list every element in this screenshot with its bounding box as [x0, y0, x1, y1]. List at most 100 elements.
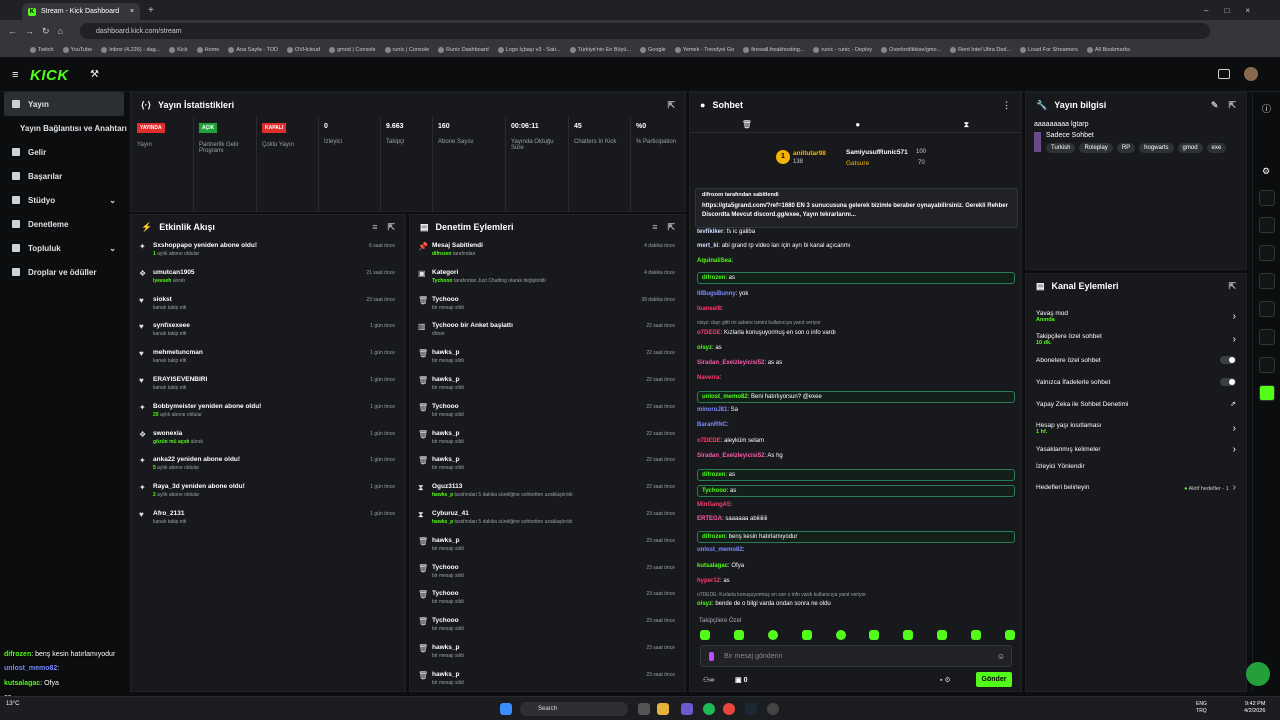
bookmark-item[interactable]: YouTube	[62, 46, 92, 53]
chat-message[interactable]: oisyz: as	[697, 345, 722, 351]
people-icon[interactable]	[1259, 357, 1275, 373]
chat-username[interactable]: o7DEDE	[697, 330, 721, 336]
tag-chip[interactable]: Roleplay	[1079, 143, 1113, 153]
external-link-icon[interactable]: ⇗	[1230, 400, 1236, 408]
chat-username[interactable]: Naverra	[697, 375, 719, 381]
popout-icon[interactable]: ⇱	[667, 100, 675, 111]
channel-action[interactable]: Yalnızca İfadelerle sohbet	[1026, 378, 1246, 386]
chat-message[interactable]: Tychooo: as	[697, 485, 1015, 497]
chat-message[interactable]: kutsalagac: Ofya	[697, 563, 744, 569]
tag-chip[interactable]: Turkish	[1046, 143, 1076, 153]
sidebar-item[interactable]: Droplar ve ödüller	[0, 260, 128, 284]
bookmark-item[interactable]: Twitch	[30, 46, 54, 53]
channel-action[interactable]: Hedefleri belirleyin ● Aktif hedefler - 1…	[1026, 482, 1246, 493]
chat-bubble-icon[interactable]: ●	[855, 120, 860, 129]
chat-username[interactable]: difrozen	[702, 472, 725, 478]
bolt-icon[interactable]	[1259, 190, 1275, 206]
settings-icon[interactable]: ▪ ⚙	[940, 676, 951, 684]
chat-username[interactable]: BaranRNC	[697, 422, 727, 428]
chat-username[interactable]: tevfikiker	[697, 229, 723, 235]
chat-message[interactable]: o7DEDE: Kızlarla konuşuyormuş en son o i…	[697, 592, 866, 598]
channel-action[interactable]: Yavaş mod Anında ›	[1026, 310, 1246, 323]
file-explorer-icon[interactable]	[657, 703, 669, 715]
bookmark-item[interactable]: Ana Sayfa - TOD	[228, 46, 278, 53]
chat-username[interactable]: difrozen	[702, 534, 725, 540]
sidebar-item[interactable]: Gelir	[0, 140, 128, 164]
emoji-icon[interactable]: ☺	[997, 652, 1005, 661]
broadcast-icon[interactable]	[1259, 273, 1275, 289]
chat-message[interactable]: oisyz: bende de o bilgi varda ondan sonr…	[697, 601, 831, 607]
channel-action[interactable]: Hesap yaşı kısıtlaması 1 hf. ›	[1026, 422, 1246, 435]
bookmark-item[interactable]: gmod | Console	[329, 46, 376, 53]
chat-username[interactable]: mert_ki	[697, 243, 718, 249]
chevron-right-icon[interactable]: ›	[1233, 334, 1236, 345]
sidebar-item[interactable]: Yayın Bağlantısı ve Anahtarı	[0, 116, 128, 140]
people-icon[interactable]: ⚇∞	[703, 676, 714, 684]
weather[interactable]: 13°C	[6, 701, 19, 707]
emote-icon[interactable]	[937, 630, 948, 640]
chrome-icon[interactable]	[723, 703, 735, 715]
bookmark-item[interactable]: firewall.freakhosting...	[743, 46, 804, 53]
toggle-switch[interactable]	[1220, 356, 1236, 364]
send-button[interactable]: Gönder	[976, 672, 1012, 687]
chat-message[interactable]: ERTEGA: saaaaaa abiiiiiiii	[697, 516, 767, 522]
obs-icon[interactable]	[767, 703, 779, 715]
steam-icon[interactable]	[745, 703, 757, 715]
popout-icon[interactable]: ⇱	[1228, 100, 1236, 111]
add-widget-icon[interactable]	[1259, 385, 1275, 401]
channel-action[interactable]: Takipçilere özel sohbet 10 dk. ›	[1026, 333, 1246, 346]
taskbar-search[interactable]: Search	[520, 702, 628, 716]
emote-icon[interactable]	[767, 630, 778, 640]
url-field[interactable]: dashboard.kick.com/stream	[80, 23, 1210, 39]
bookmark-item[interactable]: Lixad For Streamers	[1020, 46, 1078, 53]
chat-username[interactable]: unlost_memo82	[702, 394, 748, 400]
chevron-right-icon[interactable]: ›	[1233, 311, 1236, 322]
bookmark-item[interactable]: Inbox (4,226) - dag...	[101, 46, 160, 53]
chat-username[interactable]: Tychooo	[702, 488, 727, 494]
chat-username[interactable]: unlost_memo82	[697, 547, 743, 553]
chat-message[interactable]: minoruJ81: Sa	[697, 407, 738, 413]
chat-message[interactable]: Naverra:	[697, 375, 721, 381]
filter-icon[interactable]: ≡	[652, 222, 657, 233]
popout-icon[interactable]: ⇱	[667, 222, 675, 233]
task-view-icon[interactable]	[638, 703, 650, 715]
chat-username[interactable]: IllBugsBunny	[697, 291, 736, 297]
chat-username[interactable]: ERTEGA	[697, 516, 722, 522]
chat-message[interactable]: BaranRNC:	[697, 422, 729, 428]
bookmark-item[interactable]: Runic Dashboard	[438, 46, 489, 53]
more-icon[interactable]: ⋮	[1002, 100, 1011, 111]
avatar[interactable]	[1244, 67, 1258, 81]
bookmark-item[interactable]: runic - runic - Deploy	[813, 46, 872, 53]
chat-message[interactable]: difrozen: as	[697, 272, 1015, 284]
nav-arrows-icon[interactable]: ←→↻⌂	[8, 26, 71, 37]
trash-icon[interactable]: 🗑	[742, 120, 752, 129]
emote-icon[interactable]	[733, 630, 744, 640]
chat-message[interactable]: IllBugsBunny: yok	[697, 291, 748, 297]
close-icon[interactable]: ×	[130, 8, 134, 15]
sidebar-item[interactable]: Yayın	[4, 92, 124, 116]
chat-message[interactable]: MinGangA5:	[697, 502, 732, 508]
sidebar-item[interactable]: Stüdyo ⌄	[0, 188, 128, 212]
emote-icon[interactable]	[971, 630, 981, 640]
bookmark-item[interactable]: Logo İçbaşı v3 - Satı...	[497, 46, 561, 53]
emote-icon[interactable]	[801, 630, 812, 640]
chevron-right-icon[interactable]: ›	[1233, 444, 1236, 455]
chat-username[interactable]: MinGangA5	[697, 502, 730, 508]
bookmark-item[interactable]: Türkiye'nin En Büyü...	[569, 46, 631, 53]
list-icon[interactable]	[1259, 217, 1275, 233]
chevron-right-icon[interactable]: ›	[1233, 423, 1236, 434]
emote-icon[interactable]	[903, 630, 914, 640]
edit-icon[interactable]: ✎	[1211, 100, 1219, 111]
chat-message[interactable]: tevfikiker: fs ic galiba	[697, 229, 755, 235]
calendar-icon[interactable]	[1259, 301, 1275, 317]
help-chat-icon[interactable]	[1246, 662, 1270, 686]
chat-username[interactable]: Siradan_Exelzleyicisi52	[697, 360, 764, 366]
wrench-icon[interactable]	[1259, 329, 1275, 345]
chat-message[interactable]: unlost_memo82: Beni hatırlıyorsun? @exee	[697, 391, 1015, 403]
bookmark-item[interactable]: Home	[196, 46, 219, 53]
chat-message[interactable]: unlost_memo82:	[697, 547, 744, 553]
bookmark-item[interactable]: Yemek - Trendyol Go	[674, 46, 734, 53]
chat-username[interactable]: AquinaliSea	[697, 258, 731, 264]
chat-message[interactable]: o7DEDE: Kızlarla konuşuyormuş en son o i…	[697, 330, 836, 336]
pinned-message[interactable]: difrozen tarafından sabitlendi https://g…	[695, 188, 1018, 228]
